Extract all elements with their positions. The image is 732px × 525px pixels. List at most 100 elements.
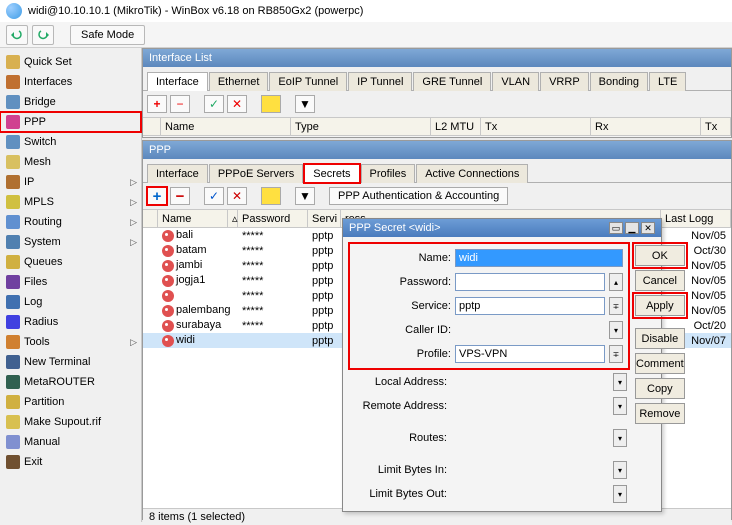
sidebar-item-ppp[interactable]: PPP [0, 112, 141, 132]
menu-icon [6, 335, 20, 349]
menu-icon [6, 275, 20, 289]
window-title: PPP [143, 141, 731, 159]
sidebar-item-label: MetaROUTER [24, 376, 137, 388]
add-button[interactable]: + [147, 95, 167, 113]
menu-icon [6, 395, 20, 409]
dropdown-icon[interactable]: ▾ [613, 461, 627, 479]
window-title: Interface List [143, 49, 731, 67]
tab-gre-tunnel[interactable]: GRE Tunnel [413, 72, 491, 91]
dropdown-icon[interactable]: ▾ [613, 373, 627, 391]
disable-button[interactable]: ✕ [227, 187, 247, 205]
sidebar-item-label: Interfaces [24, 76, 137, 88]
sidebar-item-label: Mesh [24, 156, 137, 168]
sidebar-item-ip[interactable]: IP▷ [0, 172, 141, 192]
menu-icon [6, 415, 20, 429]
menu-icon [6, 255, 20, 269]
dropdown-icon[interactable]: ▾ [613, 485, 627, 503]
comment-button[interactable]: Comment [635, 353, 685, 374]
dropdown-icon[interactable]: ▴ [609, 273, 623, 291]
tab-eoip-tunnel[interactable]: EoIP Tunnel [269, 72, 347, 91]
tab-ip-tunnel[interactable]: IP Tunnel [348, 72, 412, 91]
sidebar-item-mpls[interactable]: MPLS▷ [0, 192, 141, 212]
sidebar-item-exit[interactable]: Exit [0, 452, 141, 472]
minimize-icon[interactable]: ▁ [625, 222, 639, 234]
safe-mode-button[interactable]: Safe Mode [70, 25, 145, 45]
sidebar-item-interfaces[interactable]: Interfaces [0, 72, 141, 92]
apply-button[interactable]: Apply [635, 295, 685, 316]
dropdown-icon[interactable]: ▾ [613, 397, 627, 415]
menu-icon [6, 155, 20, 169]
sidebar-item-bridge[interactable]: Bridge [0, 92, 141, 112]
tab-vlan[interactable]: VLAN [492, 72, 539, 91]
enable-button[interactable]: ✓ [204, 187, 224, 205]
remove-button[interactable]: − [170, 187, 190, 205]
disable-button[interactable]: ✕ [227, 95, 247, 113]
tab-interface[interactable]: Interface [147, 72, 208, 91]
sidebar-item-label: Radius [24, 316, 137, 328]
dropdown-icon[interactable]: ▾ [613, 429, 627, 447]
menu-icon [6, 355, 20, 369]
sidebar-item-routing[interactable]: Routing▷ [0, 212, 141, 232]
sidebar-item-metarouter[interactable]: MetaROUTER [0, 372, 141, 392]
remove-button[interactable]: − [170, 95, 190, 113]
app-titlebar: widi@10.10.10.1 (MikroTik) - WinBox v6.1… [0, 0, 732, 22]
sidebar-item-queues[interactable]: Queues [0, 252, 141, 272]
tab-pppoe-servers[interactable]: PPPoE Servers [209, 164, 303, 183]
undo-button[interactable] [6, 25, 28, 45]
name-input[interactable] [455, 249, 623, 267]
enable-button[interactable]: ✓ [204, 95, 224, 113]
sidebar-item-manual[interactable]: Manual [0, 432, 141, 452]
app-logo-icon [6, 3, 22, 19]
dropdown-icon[interactable]: ∓ [609, 297, 623, 315]
password-input[interactable] [455, 273, 605, 291]
tab-active-connections[interactable]: Active Connections [416, 164, 528, 183]
close-icon[interactable]: ✕ [641, 222, 655, 234]
detach-icon[interactable]: ▭ [609, 222, 623, 234]
sidebar-item-label: Queues [24, 256, 137, 268]
tab-vrrp[interactable]: VRRP [540, 72, 589, 91]
sidebar-item-log[interactable]: Log [0, 292, 141, 312]
tab-ethernet[interactable]: Ethernet [209, 72, 269, 91]
filter-button[interactable]: ▼ [295, 95, 315, 113]
tab-secrets[interactable]: Secrets [304, 164, 359, 183]
ppp-auth-button[interactable]: PPP Authentication & Accounting [329, 187, 508, 205]
profile-combo[interactable]: VPS-VPN [455, 345, 605, 363]
interface-tabs: InterfaceEthernetEoIP TunnelIP TunnelGRE… [143, 67, 731, 91]
dropdown-icon[interactable]: ∓ [609, 345, 623, 363]
comment-button[interactable] [261, 95, 281, 113]
disable-button[interactable]: Disable [635, 328, 685, 349]
redo-button[interactable] [32, 25, 54, 45]
sidebar-item-switch[interactable]: Switch [0, 132, 141, 152]
sidebar-item-quick-set[interactable]: Quick Set [0, 52, 141, 72]
ppp-tabs: InterfacePPPoE ServersSecretsProfilesAct… [143, 159, 731, 183]
sidebar-item-label: Bridge [24, 96, 137, 108]
sidebar-item-tools[interactable]: Tools▷ [0, 332, 141, 352]
tab-interface[interactable]: Interface [147, 164, 208, 183]
dropdown-icon[interactable]: ▾ [609, 321, 623, 339]
ppp-secret-dialog: PPP Secret <widi> ▭ ▁ ✕ Name: Password:▴… [342, 218, 662, 512]
sidebar-item-mesh[interactable]: Mesh [0, 152, 141, 172]
service-combo[interactable]: pptp [455, 297, 605, 315]
menu-icon [6, 315, 20, 329]
sidebar-item-new-terminal[interactable]: New Terminal [0, 352, 141, 372]
interface-list-window: Interface List InterfaceEthernetEoIP Tun… [142, 48, 732, 138]
tab-bonding[interactable]: Bonding [590, 72, 648, 91]
sidebar-item-radius[interactable]: Radius [0, 312, 141, 332]
sidebar-item-system[interactable]: System▷ [0, 232, 141, 252]
copy-button[interactable]: Copy [635, 378, 685, 399]
ok-button[interactable]: OK [635, 245, 685, 266]
tab-profiles[interactable]: Profiles [361, 164, 416, 183]
comment-button[interactable] [261, 187, 281, 205]
tab-lte[interactable]: LTE [649, 72, 686, 91]
sidebar-item-label: New Terminal [24, 356, 137, 368]
filter-button[interactable]: ▼ [295, 187, 315, 205]
remove-button[interactable]: Remove [635, 403, 685, 424]
sidebar-item-partition[interactable]: Partition [0, 392, 141, 412]
dialog-fields: Name: Password:▴ Service:pptp∓ Caller ID… [351, 245, 627, 503]
sidebar-item-make-supout-rif[interactable]: Make Supout.rif [0, 412, 141, 432]
submenu-arrow-icon: ▷ [130, 337, 137, 348]
cancel-button[interactable]: Cancel [635, 270, 685, 291]
add-button[interactable]: + [147, 187, 167, 205]
routes-label: Routes: [351, 432, 447, 444]
sidebar-item-files[interactable]: Files [0, 272, 141, 292]
